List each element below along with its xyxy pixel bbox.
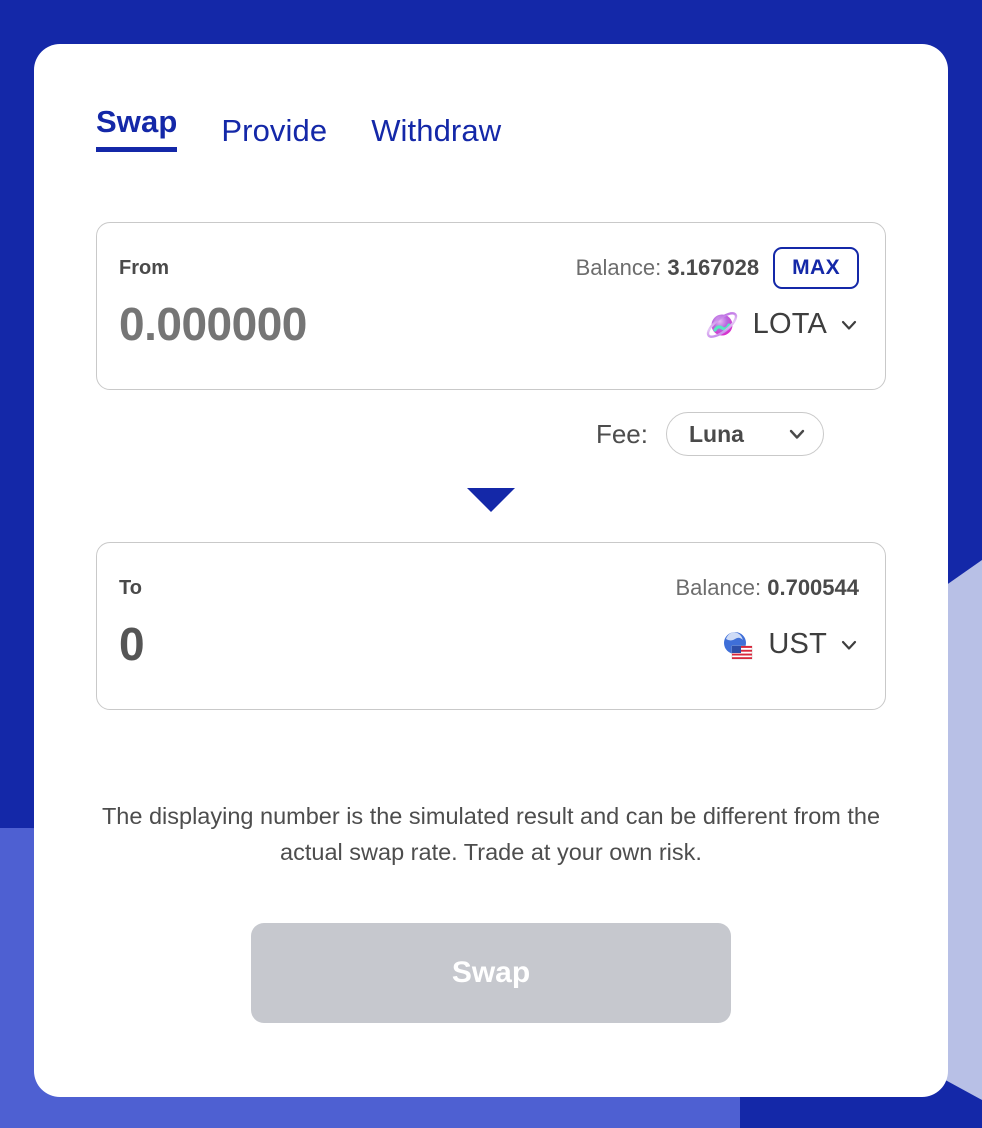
max-button[interactable]: MAX: [773, 247, 859, 289]
chevron-down-icon: [839, 315, 859, 335]
from-token-select[interactable]: LOTA: [703, 306, 859, 344]
from-balance-label: Balance:: [575, 255, 662, 280]
to-amount-box: To Balance: 0.700544 0 UST: [96, 542, 886, 710]
tab-withdraw[interactable]: Withdraw: [371, 115, 501, 152]
chevron-down-icon: [787, 424, 807, 444]
planet-icon: [703, 306, 741, 344]
from-balance-group: Balance: 3.167028 MAX: [576, 247, 859, 289]
to-balance-label: Balance:: [675, 575, 762, 600]
to-token-name: UST: [768, 628, 827, 661]
swap-form: From Balance: 3.167028 MAX 0.000000 LOTA…: [96, 222, 886, 710]
to-box-body: 0 UST: [119, 617, 859, 672]
from-label: From: [119, 256, 169, 279]
fee-select[interactable]: Luna: [666, 412, 824, 456]
from-box-header: From Balance: 3.167028 MAX: [119, 245, 859, 291]
fee-row: Fee: Luna: [96, 412, 824, 456]
to-balance-group: Balance: 0.700544: [675, 575, 859, 601]
swap-card: Swap Provide Withdraw From Balance: 3.16…: [34, 44, 948, 1097]
swap-direction-row: [96, 488, 886, 512]
from-balance-value: 3.167028: [667, 255, 760, 280]
from-token-name: LOTA: [752, 308, 827, 341]
tab-provide[interactable]: Provide: [221, 115, 327, 152]
to-label: To: [119, 576, 142, 599]
to-token-select[interactable]: UST: [718, 626, 859, 664]
from-box-body: LOTA: [119, 297, 859, 353]
chevron-down-icon: [839, 635, 859, 655]
swap-button[interactable]: Swap: [251, 922, 731, 1023]
to-amount-value: 0: [119, 618, 145, 670]
to-balance-value: 0.700544: [767, 575, 859, 600]
from-balance: Balance: 3.167028: [576, 255, 760, 281]
from-amount-box: From Balance: 3.167028 MAX 0.000000 LOTA: [96, 222, 886, 390]
fee-selected-value: Luna: [689, 420, 744, 447]
triangle-down-icon[interactable]: [467, 488, 515, 512]
globe-flag-icon: [718, 626, 756, 664]
tab-bar: Swap Provide Withdraw: [34, 44, 948, 152]
from-amount-input[interactable]: [119, 297, 539, 353]
to-box-header: To Balance: 0.700544: [119, 565, 859, 611]
tab-swap[interactable]: Swap: [96, 106, 178, 152]
to-balance: Balance: 0.700544: [675, 575, 859, 601]
fee-label: Fee:: [595, 418, 648, 449]
disclaimer-text: The displaying number is the simulated r…: [101, 803, 881, 866]
